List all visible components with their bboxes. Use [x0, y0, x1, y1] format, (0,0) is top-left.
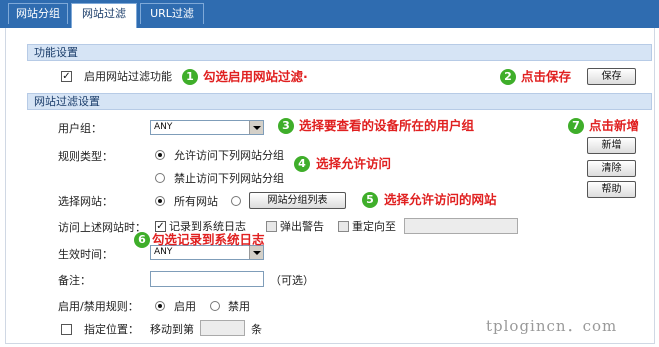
disable-rule-text: 禁用	[228, 300, 250, 313]
annotation-3: 选择要查看的设备所在的用户组	[299, 118, 475, 133]
step-badge-1: 1	[182, 69, 198, 85]
user-group-select[interactable]: ANY	[150, 120, 264, 135]
position-checkbox[interactable]	[61, 324, 72, 335]
enable-rule-text: 启用	[174, 300, 196, 313]
rule-deny-radio[interactable]	[155, 173, 165, 183]
add-button[interactable]: 新增	[587, 137, 636, 154]
annotation-2: 点击保存	[521, 69, 572, 84]
effective-time-value: ANY	[154, 247, 173, 257]
rule-allow-radio[interactable]	[155, 150, 165, 160]
tab-url-filter[interactable]: URL过滤	[140, 3, 204, 24]
enable-filter-label: 启用网站过滤功能	[84, 70, 172, 83]
all-sites-label: 所有网站	[174, 195, 218, 208]
step-badge-5: 5	[362, 192, 378, 208]
annotation-5: 选择允许访问的网站	[384, 192, 497, 207]
user-group-label: 用户组：	[58, 122, 102, 135]
log-checkbox[interactable]: ✓	[155, 221, 166, 232]
step-badge-7: 7	[568, 118, 584, 134]
remark-label: 备注：	[58, 274, 91, 287]
step-badge-2: 2	[500, 69, 516, 85]
save-button[interactable]: 保存	[587, 68, 636, 85]
redirect-label: 重定向至	[352, 220, 396, 233]
redirect-url-input[interactable]	[404, 218, 518, 234]
all-sites-radio[interactable]	[155, 196, 165, 206]
rule-deny-label: 禁止访问下列网站分组	[174, 172, 284, 185]
enable-rule-label: 启用/禁用规则：	[58, 300, 139, 313]
step-badge-3: 3	[278, 118, 294, 134]
annotation-7: 点击新增	[589, 118, 640, 133]
disable-rule-radio[interactable]	[210, 301, 220, 311]
effective-time-label: 生效时间：	[58, 248, 113, 261]
tab-bar: 网站分组 网站过滤 URL过滤	[0, 0, 659, 28]
step-badge-6: 6	[134, 232, 150, 248]
rule-allow-label: 允许访问下列网站分组	[174, 149, 284, 162]
enable-filter-checkbox[interactable]: ✓	[61, 71, 72, 82]
position-input[interactable]	[200, 320, 245, 336]
filter-section-header: 网站过滤设置	[27, 93, 652, 110]
optional-hint: （可选）	[270, 274, 314, 287]
popup-label: 弹出警告	[280, 220, 324, 233]
position-label: 指定位置：	[84, 323, 139, 336]
annotation-6: 勾选记录到系统日志	[152, 232, 265, 247]
tab-website-filter[interactable]: 网站过滤	[71, 3, 137, 28]
popup-checkbox[interactable]	[266, 221, 277, 232]
item-unit-label: 条	[251, 323, 262, 336]
clear-button[interactable]: 清除	[587, 160, 636, 177]
on-access-label: 访问上述网站时：	[58, 221, 146, 234]
chevron-down-icon	[249, 121, 263, 134]
site-group-radio[interactable]	[231, 196, 241, 206]
move-to-label: 移动到第	[150, 323, 194, 336]
rule-type-label: 规则类型：	[58, 150, 113, 163]
select-site-label: 选择网站：	[58, 195, 113, 208]
user-group-value: ANY	[154, 122, 173, 132]
remark-input[interactable]	[150, 271, 264, 287]
annotation-1: 勾选启用网站过滤·	[203, 69, 308, 84]
step-badge-4: 4	[294, 156, 310, 172]
tab-website-group[interactable]: 网站分组	[8, 3, 68, 24]
annotation-4: 选择允许访问	[316, 156, 392, 171]
help-button[interactable]: 帮助	[587, 181, 636, 198]
watermark: tplogincn．com	[486, 317, 618, 335]
redirect-checkbox[interactable]	[338, 221, 349, 232]
site-group-list-button[interactable]: 网站分组列表	[249, 192, 346, 209]
enable-rule-radio[interactable]	[155, 301, 165, 311]
function-section-header: 功能设置	[27, 44, 652, 61]
